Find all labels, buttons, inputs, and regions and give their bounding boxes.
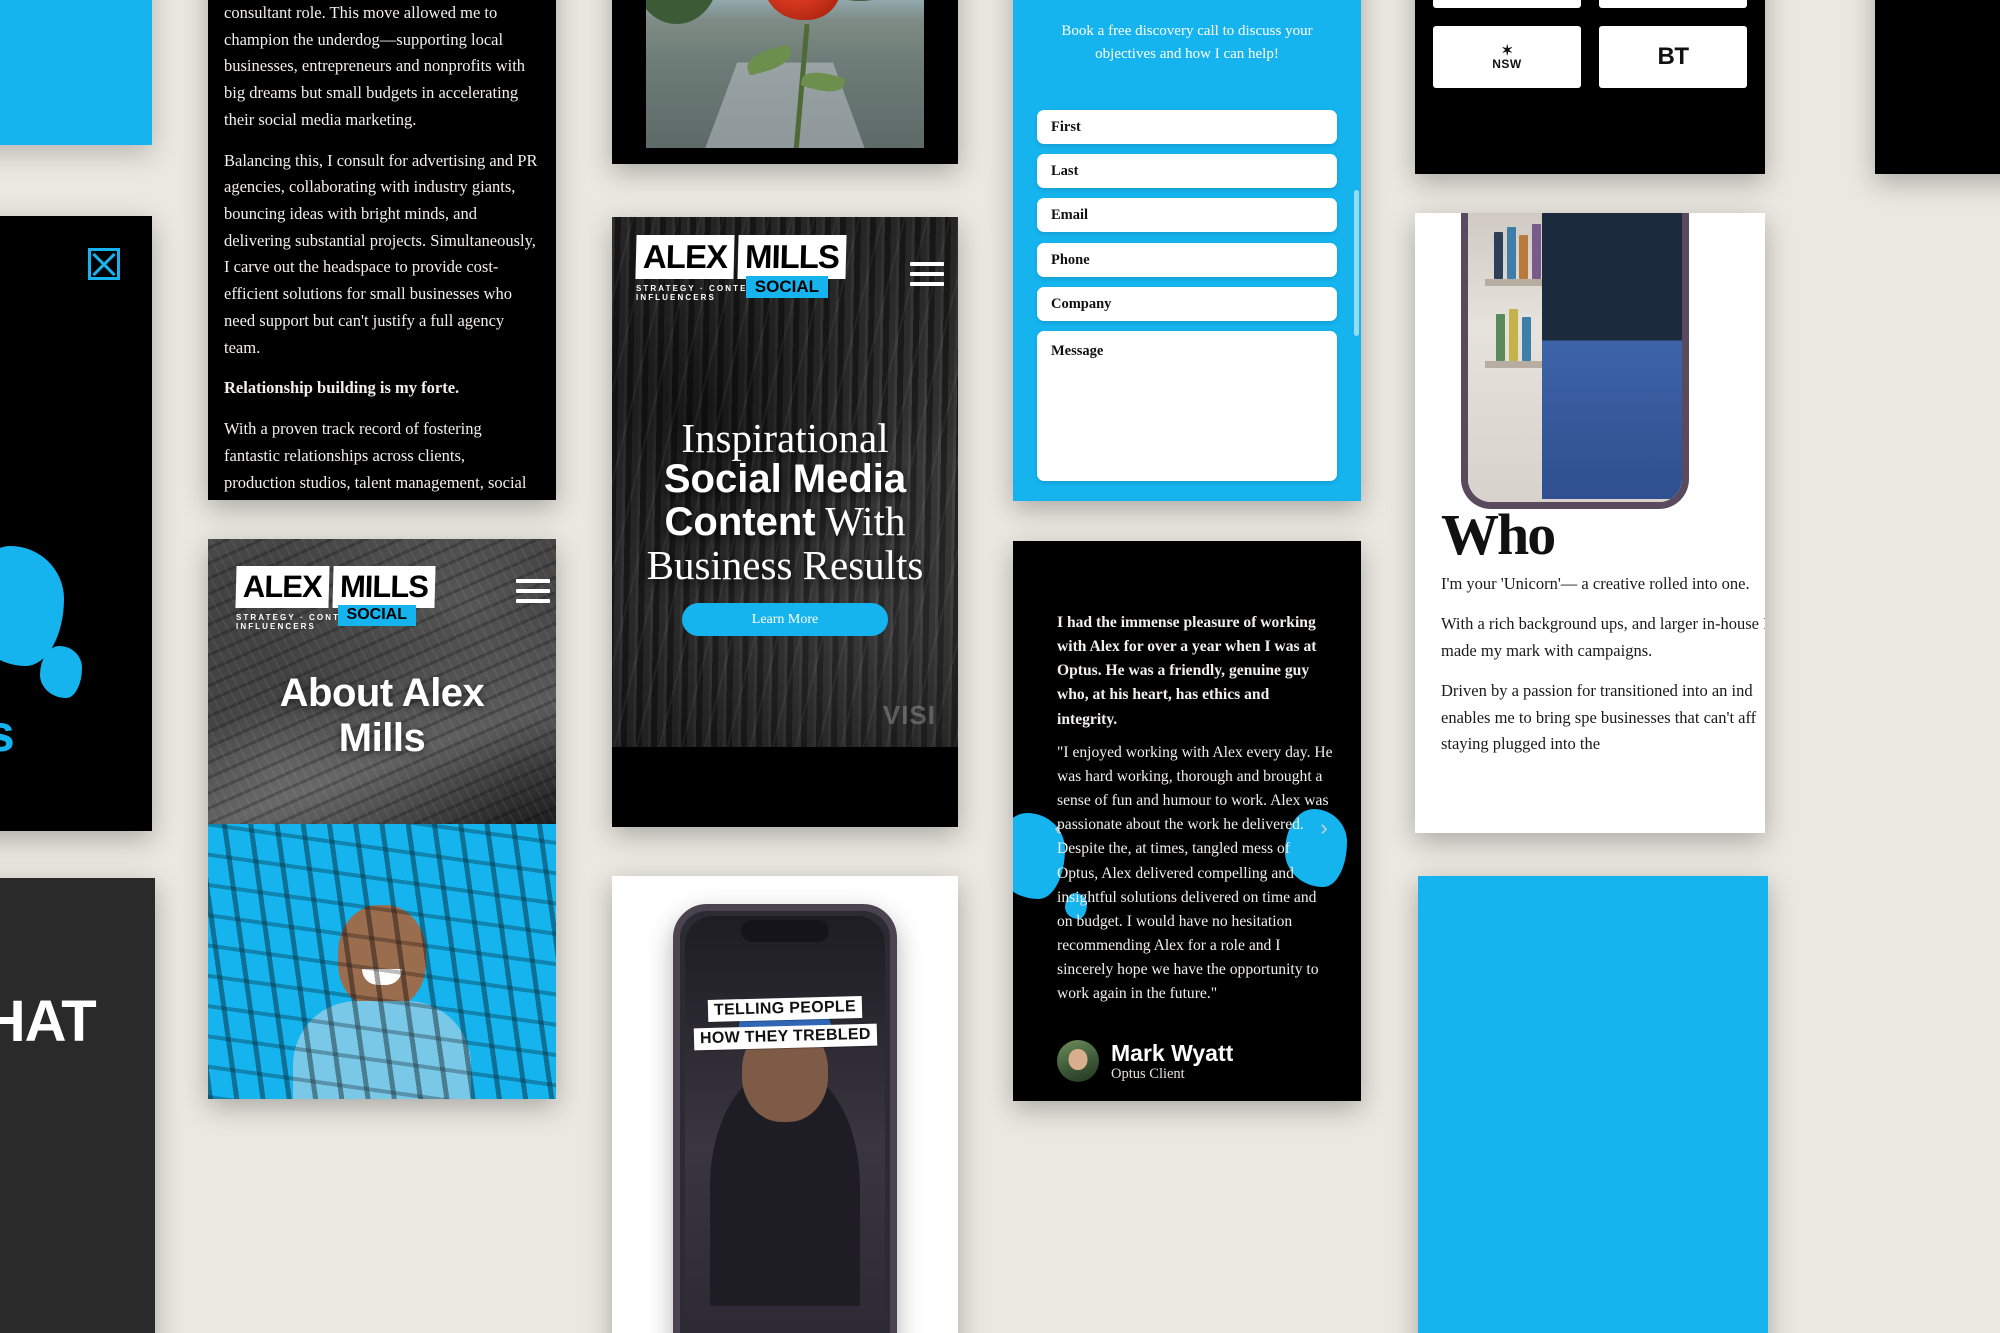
phone-notch	[741, 920, 829, 942]
phone-video-card: TELLING PEOPLE HOW THEY TREBLED	[612, 876, 958, 1333]
mens-t20-logo: MEN'S T20 WORLD CUP	[1599, 0, 1747, 8]
cyan-bottom-panel	[1418, 876, 1768, 1333]
about-alex-blue-photo	[208, 824, 556, 1099]
logo-alex: ALEX	[235, 566, 330, 608]
hamburger-menu-icon[interactable]	[516, 579, 550, 603]
hero-logo-mills: MILLS	[737, 235, 847, 279]
testimonial-author-name: Mark Wyatt	[1111, 1039, 1234, 1066]
avatar	[1057, 1040, 1099, 1083]
about-paragraph-1: consultant role. This move allowed me to…	[224, 3, 526, 129]
hero-line-1: Inspirational	[681, 415, 889, 461]
about-text-card: consultant role. This move allowed me to…	[208, 0, 556, 500]
about-alex-title-line1: About Alex	[279, 671, 485, 715]
bt-logo: BT	[1599, 26, 1747, 88]
testimonial-bold: I had the immense pleasure of working wi…	[1057, 614, 1317, 728]
wise-logo: wise	[1433, 0, 1581, 8]
hero-line-4: Business Results	[646, 541, 924, 588]
left-panel-line2: ces	[0, 704, 15, 764]
learn-more-button[interactable]: Learn More	[682, 603, 888, 636]
who-section-card: Who I'm your 'Unicorn'— a creative rolle…	[1415, 213, 1765, 833]
scrollbar[interactable]	[1354, 190, 1359, 336]
right-edge-panel	[1875, 0, 2000, 174]
video-caption-line2: HOW THEY TREBLED	[693, 1023, 877, 1051]
testimonial-quote: "I enjoyed working with Alex every day. …	[1057, 743, 1333, 1003]
video-caption-line1: TELLING PEOPLE	[707, 995, 863, 1023]
chevron-left-icon[interactable]: ‹	[1047, 817, 1069, 839]
paint-splat-decoration	[40, 646, 82, 698]
who-paragraph-1: I'm your 'Unicorn'— a creative rolled in…	[1441, 574, 1750, 593]
chevron-right-icon[interactable]: ›	[1313, 817, 1335, 839]
last-name-input[interactable]	[1037, 154, 1337, 188]
logo-mills: MILLS	[332, 566, 436, 608]
hero-watermark: VISI	[882, 700, 936, 730]
about-paragraph-3: With a proven track record of fostering …	[224, 419, 538, 500]
phone-screen: TELLING PEOPLE HOW THEY TREBLED	[685, 916, 885, 1333]
about-alex-card: ALEX MILLS STRATEGY · CONTENT · INFLUENC…	[208, 539, 556, 1099]
site-logo[interactable]: ALEX MILLS STRATEGY · CONTENT · INFLUENC…	[235, 566, 436, 634]
video-caption-line1-wrap: TELLING PEOPLE	[685, 995, 885, 1023]
hero-headline: Inspirational Social Media Content With …	[624, 417, 946, 586]
hero-line-2: Social Media	[663, 457, 907, 502]
phone-input[interactable]	[1037, 243, 1337, 277]
about-paragraph-2: Balancing this, I consult for advertisin…	[224, 150, 538, 357]
video-caption-line2-wrap: HOW THEY TREBLED	[685, 1023, 885, 1051]
hero-logo-social-badge: SOCIAL	[745, 276, 828, 298]
hero-logo-alex: ALEX	[635, 235, 735, 279]
who-phone-mockup	[1461, 213, 1689, 509]
email-input[interactable]	[1037, 198, 1337, 232]
who-phone-screen	[1468, 213, 1682, 502]
first-name-input[interactable]	[1037, 110, 1337, 144]
client-logos-card: wise MEN'S T20 WORLD CUP ✶ NSW BT	[1415, 0, 1765, 174]
what-heading: WHAT	[0, 989, 97, 1054]
close-icon[interactable]	[88, 248, 120, 280]
hero-card: ALEX MILLS STRATEGY · CONTENT · INFLUENC…	[612, 217, 958, 827]
logo-social-badge: SOCIAL	[337, 605, 416, 626]
testimonial-card: I had the immense pleasure of working wi…	[1013, 541, 1361, 1101]
who-paragraph-2: With a rich background ups, and larger i…	[1441, 614, 1765, 660]
cyan-decorative-panel	[0, 0, 152, 145]
nsw-logo: ✶ NSW	[1433, 26, 1581, 88]
what-dark-panel: WHAT	[0, 878, 155, 1333]
message-textarea[interactable]	[1037, 331, 1337, 481]
about-bold-line: Relationship building is my forte.	[224, 378, 460, 398]
company-input[interactable]	[1037, 287, 1337, 321]
services-dark-panel: t ces ct	[0, 216, 152, 831]
screenshot-canvas: t ces ct WHAT consultant role. This move…	[0, 0, 2000, 1333]
testimonial-author-role: Optus Client	[1111, 1066, 1185, 1082]
hero-site-logo[interactable]: ALEX MILLS STRATEGY · CONTENT · INFLUENC…	[635, 235, 847, 305]
hero-hamburger-menu-icon[interactable]	[910, 262, 944, 286]
alex-portrait	[292, 905, 472, 1099]
testimonial-author: Mark Wyatt Optus Client	[1057, 1040, 1233, 1083]
rose-photo	[646, 0, 924, 148]
hero-line-3-bold: Content	[664, 500, 816, 545]
who-paragraph-3: Driven by a passion for transitioned int…	[1441, 681, 1757, 753]
contact-lead-text: Book a free discovery call to discuss yo…	[1061, 23, 1313, 62]
phone-mockup: TELLING PEOPLE HOW THEY TREBLED	[673, 904, 897, 1333]
hero-line-3-rest: With	[815, 498, 906, 545]
contact-form-card: Book a free discovery call to discuss yo…	[1013, 0, 1361, 501]
who-heading: Who	[1441, 502, 1556, 567]
hero-footer-bar	[612, 747, 958, 827]
about-alex-title-line2: Mills	[338, 715, 426, 760]
rose-image-card	[612, 0, 958, 164]
